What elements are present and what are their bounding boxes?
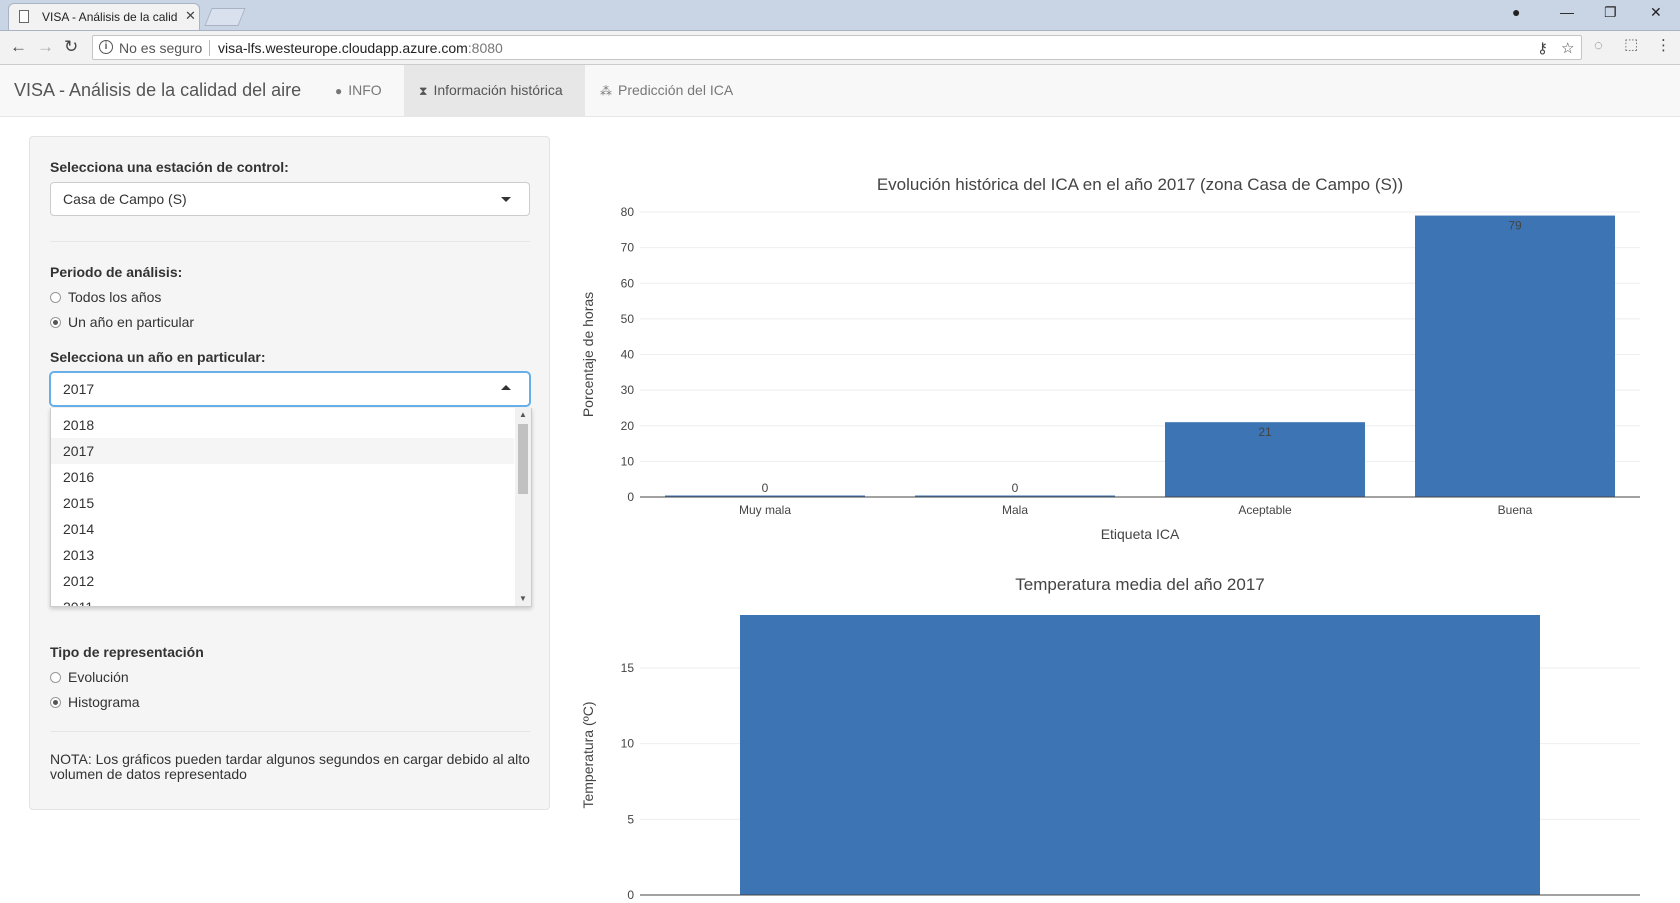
tab-title: VISA - Análisis de la calid	[42, 10, 178, 24]
year-select[interactable]: 2017	[50, 372, 530, 406]
profile-icon[interactable]: ●	[1512, 4, 1520, 20]
data-label: 0	[1012, 481, 1019, 495]
year-option[interactable]: 2017	[51, 438, 514, 464]
x-tick-label: Muy mala	[739, 503, 791, 517]
note-text: NOTA: Los gráficos pueden tardar algunos…	[50, 751, 530, 782]
x-axis-title: Etiqueta ICA	[1101, 526, 1180, 542]
divider	[50, 241, 530, 242]
close-tab-icon[interactable]: ✕	[185, 8, 196, 24]
y-tick-label: 10	[621, 454, 635, 468]
station-select[interactable]: Casa de Campo (S)	[50, 182, 530, 216]
sidebar-panel: Selecciona una estación de control: Casa…	[29, 136, 550, 810]
y-axis-title: Temperatura (ºC)	[580, 701, 596, 808]
browser-tabstrip: VISA - Análisis de la calid ✕ ● — ❐ ✕	[0, 0, 1680, 31]
menu-icon[interactable]: ⋮	[1656, 36, 1671, 54]
year-option[interactable]: 2011	[51, 594, 514, 606]
url-field[interactable]: i No es seguro visa-lfs.westeurope.cloud…	[92, 35, 1582, 60]
browser-tab[interactable]: VISA - Análisis de la calid ✕	[8, 3, 200, 30]
period-label: Periodo de análisis:	[50, 264, 183, 280]
year-dropdown: 2018 2017 2016 2015 2014 2013 2012 2011 …	[50, 408, 532, 607]
x-tick-label: Mala	[1002, 503, 1028, 517]
y-tick-label: 15	[621, 661, 635, 675]
extension-badge-icon[interactable]: ⬚	[1624, 35, 1638, 53]
radio-evolucion[interactable]: Evolución	[50, 669, 129, 685]
forward-icon[interactable]: →	[37, 37, 54, 57]
sitemap-icon: ⁂	[600, 84, 612, 98]
year-option[interactable]: 2013	[51, 542, 514, 568]
scroll-up-icon[interactable]: ▲	[519, 410, 527, 419]
radio-button[interactable]	[50, 672, 61, 683]
x-tick-label: Buena	[1498, 503, 1533, 517]
restore-icon[interactable]: ❐	[1604, 4, 1617, 21]
y-axis-title: Porcentaje de horas	[580, 292, 596, 417]
tab-prediccion-ica[interactable]: ⁂ Predicción del ICA	[585, 65, 748, 116]
chevron-up-icon	[501, 385, 511, 390]
year-option[interactable]: 2014	[51, 516, 514, 542]
scrollbar-thumb[interactable]	[518, 424, 528, 494]
x-tick-label: Aceptable	[1238, 503, 1292, 517]
key-icon[interactable]: ⚷	[1537, 39, 1548, 57]
year-label: Selecciona un año en particular:	[50, 349, 266, 365]
divider	[50, 731, 530, 732]
ica-histogram-chart: Evolución histórica del ICA en el año 20…	[580, 175, 1640, 542]
y-tick-label: 70	[621, 241, 635, 255]
hourglass-icon: ⧗	[419, 84, 428, 98]
year-value[interactable]: 2017	[63, 381, 94, 397]
y-tick-label: 5	[627, 812, 634, 826]
back-icon[interactable]: ←	[10, 37, 27, 57]
radio-button[interactable]	[50, 697, 61, 708]
radio-todos-los-anos[interactable]: Todos los años	[50, 289, 161, 305]
y-tick-label: 40	[621, 348, 635, 362]
radio-button[interactable]	[50, 317, 61, 328]
radio-button[interactable]	[50, 292, 61, 303]
y-tick-label: 0	[627, 490, 634, 504]
close-window-icon[interactable]: ✕	[1650, 4, 1662, 21]
radio-un-ano[interactable]: Un año en particular	[50, 314, 194, 330]
y-tick-label: 20	[621, 419, 635, 433]
y-tick-label: 60	[621, 276, 635, 290]
tab-informacion-historica[interactable]: ⧗ Información histórica	[404, 65, 585, 116]
y-tick-label: 10	[621, 737, 635, 751]
repr-label: Tipo de representación	[50, 644, 204, 660]
y-tick-label: 50	[621, 312, 635, 326]
page-icon	[19, 10, 29, 23]
insecure-label: No es seguro	[119, 40, 203, 56]
bar	[740, 615, 1540, 895]
y-tick-label: 0	[627, 888, 634, 902]
app-navbar: VISA - Análisis de la calidad del aire ●…	[0, 65, 1680, 117]
bar	[1415, 215, 1615, 497]
chevron-down-icon	[501, 197, 511, 202]
separator	[209, 40, 210, 56]
url-text: visa-lfs.westeurope.cloudapp.azure.com:8…	[218, 40, 503, 56]
address-bar: ← → ↻ i No es seguro visa-lfs.westeurope…	[0, 31, 1680, 65]
minimize-icon[interactable]: —	[1560, 4, 1574, 20]
extension-icon[interactable]: ◌	[1594, 37, 1603, 54]
chart-title: Evolución histórica del ICA en el año 20…	[877, 175, 1403, 194]
app-title[interactable]: VISA - Análisis de la calidad del aire	[14, 80, 301, 101]
info-circle-icon: ●	[335, 84, 343, 98]
year-option[interactable]: 2018	[51, 412, 514, 438]
station-label: Selecciona una estación de control:	[50, 159, 289, 175]
y-tick-label: 80	[621, 205, 635, 219]
year-option[interactable]: 2016	[51, 464, 514, 490]
info-icon[interactable]: i	[99, 40, 113, 54]
dropdown-scrollbar[interactable]: ▲ ▼	[515, 408, 531, 606]
chart-title: Temperatura media del año 2017	[1015, 575, 1265, 594]
year-option[interactable]: 2012	[51, 568, 514, 594]
data-label: 79	[1508, 219, 1522, 233]
temperature-chart: Temperatura media del año 2017 0 5 10 15 Temp…	[580, 575, 1640, 902]
reload-icon[interactable]: ↻	[64, 37, 78, 57]
scroll-down-icon[interactable]: ▼	[519, 594, 527, 603]
new-tab-button[interactable]	[204, 8, 246, 26]
station-value: Casa de Campo (S)	[63, 191, 187, 207]
bookmark-star-icon[interactable]: ☆	[1561, 39, 1574, 57]
data-label: 21	[1258, 425, 1272, 439]
tab-info[interactable]: ● INFO	[320, 65, 397, 116]
year-option[interactable]: 2015	[51, 490, 514, 516]
radio-histograma[interactable]: Histograma	[50, 694, 140, 710]
data-label: 0	[762, 481, 769, 495]
y-tick-label: 30	[621, 383, 635, 397]
